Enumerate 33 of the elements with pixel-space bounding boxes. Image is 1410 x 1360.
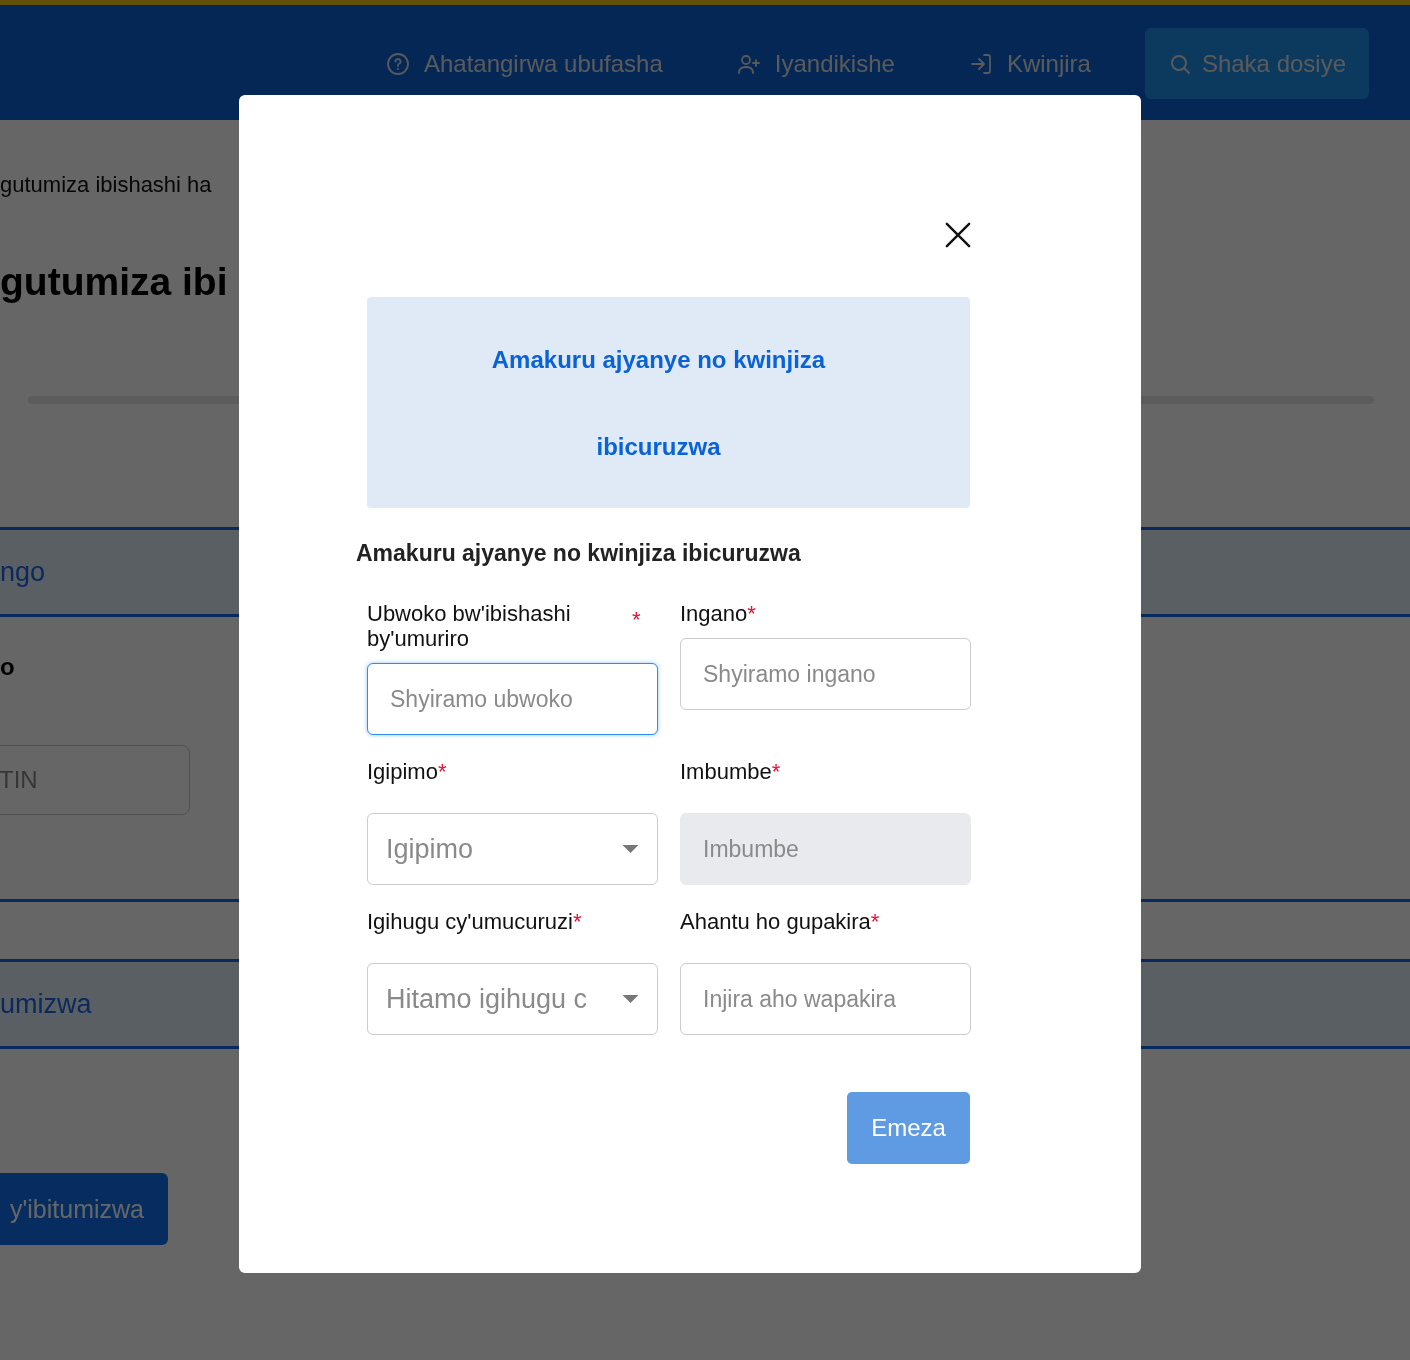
field-label: Ahantu ho gupakira	[680, 909, 871, 934]
caret-icon	[622, 995, 639, 1003]
required-mark: *	[771, 759, 781, 784]
input-field[interactable]: Injira aho wapakira	[680, 963, 971, 1035]
field-label: Imbumbe	[680, 759, 772, 784]
nav-link[interactable]: Kwinjira	[968, 49, 1091, 78]
required-mark: *	[573, 909, 582, 934]
input-field[interactable]: Shyiramo ingano	[680, 638, 971, 710]
field-label: o	[0, 653, 15, 681]
required-mark: *	[437, 759, 447, 784]
submit-button[interactable]: y'ibitumizwa	[0, 1173, 168, 1245]
field-label: Igipimo	[367, 759, 438, 784]
required-mark: *	[747, 601, 756, 626]
field-label: Ingano	[680, 601, 748, 626]
required-mark: *	[632, 607, 641, 632]
submit-button[interactable]: Emeza	[847, 1092, 970, 1164]
page-heading: gutumiza ibi	[0, 260, 229, 304]
field-label: Ubwoko bw'ibishashi by'umuriro	[367, 601, 572, 651]
form-title: Amakuru ajyanye no kwinjiza ibicuruzwa	[356, 540, 802, 567]
help-icon	[385, 51, 410, 76]
input-field[interactable]: Shyiramo ubwoko	[367, 663, 658, 735]
select-field[interactable]: Igipimo	[367, 813, 658, 885]
login-icon	[968, 51, 993, 76]
banner-title: Amakuru ajyanye no kwinjiza ibicuruzwa	[490, 344, 827, 462]
search-button[interactable]: Shaka dosiye	[1144, 28, 1369, 99]
nav-link[interactable]: Iyandikishe	[736, 49, 895, 78]
close-icon[interactable]	[945, 222, 971, 248]
required-mark: *	[870, 909, 880, 934]
nav-link[interactable]: Ahatangirwa ubufasha	[385, 49, 663, 78]
breadcrumb: gutumiza ibishashi ha	[0, 172, 213, 198]
select-field[interactable]: Hitamo igihugu c	[367, 963, 658, 1035]
field-label: Igihugu cy'umucuruzi	[367, 909, 573, 934]
caret-icon	[622, 845, 639, 853]
